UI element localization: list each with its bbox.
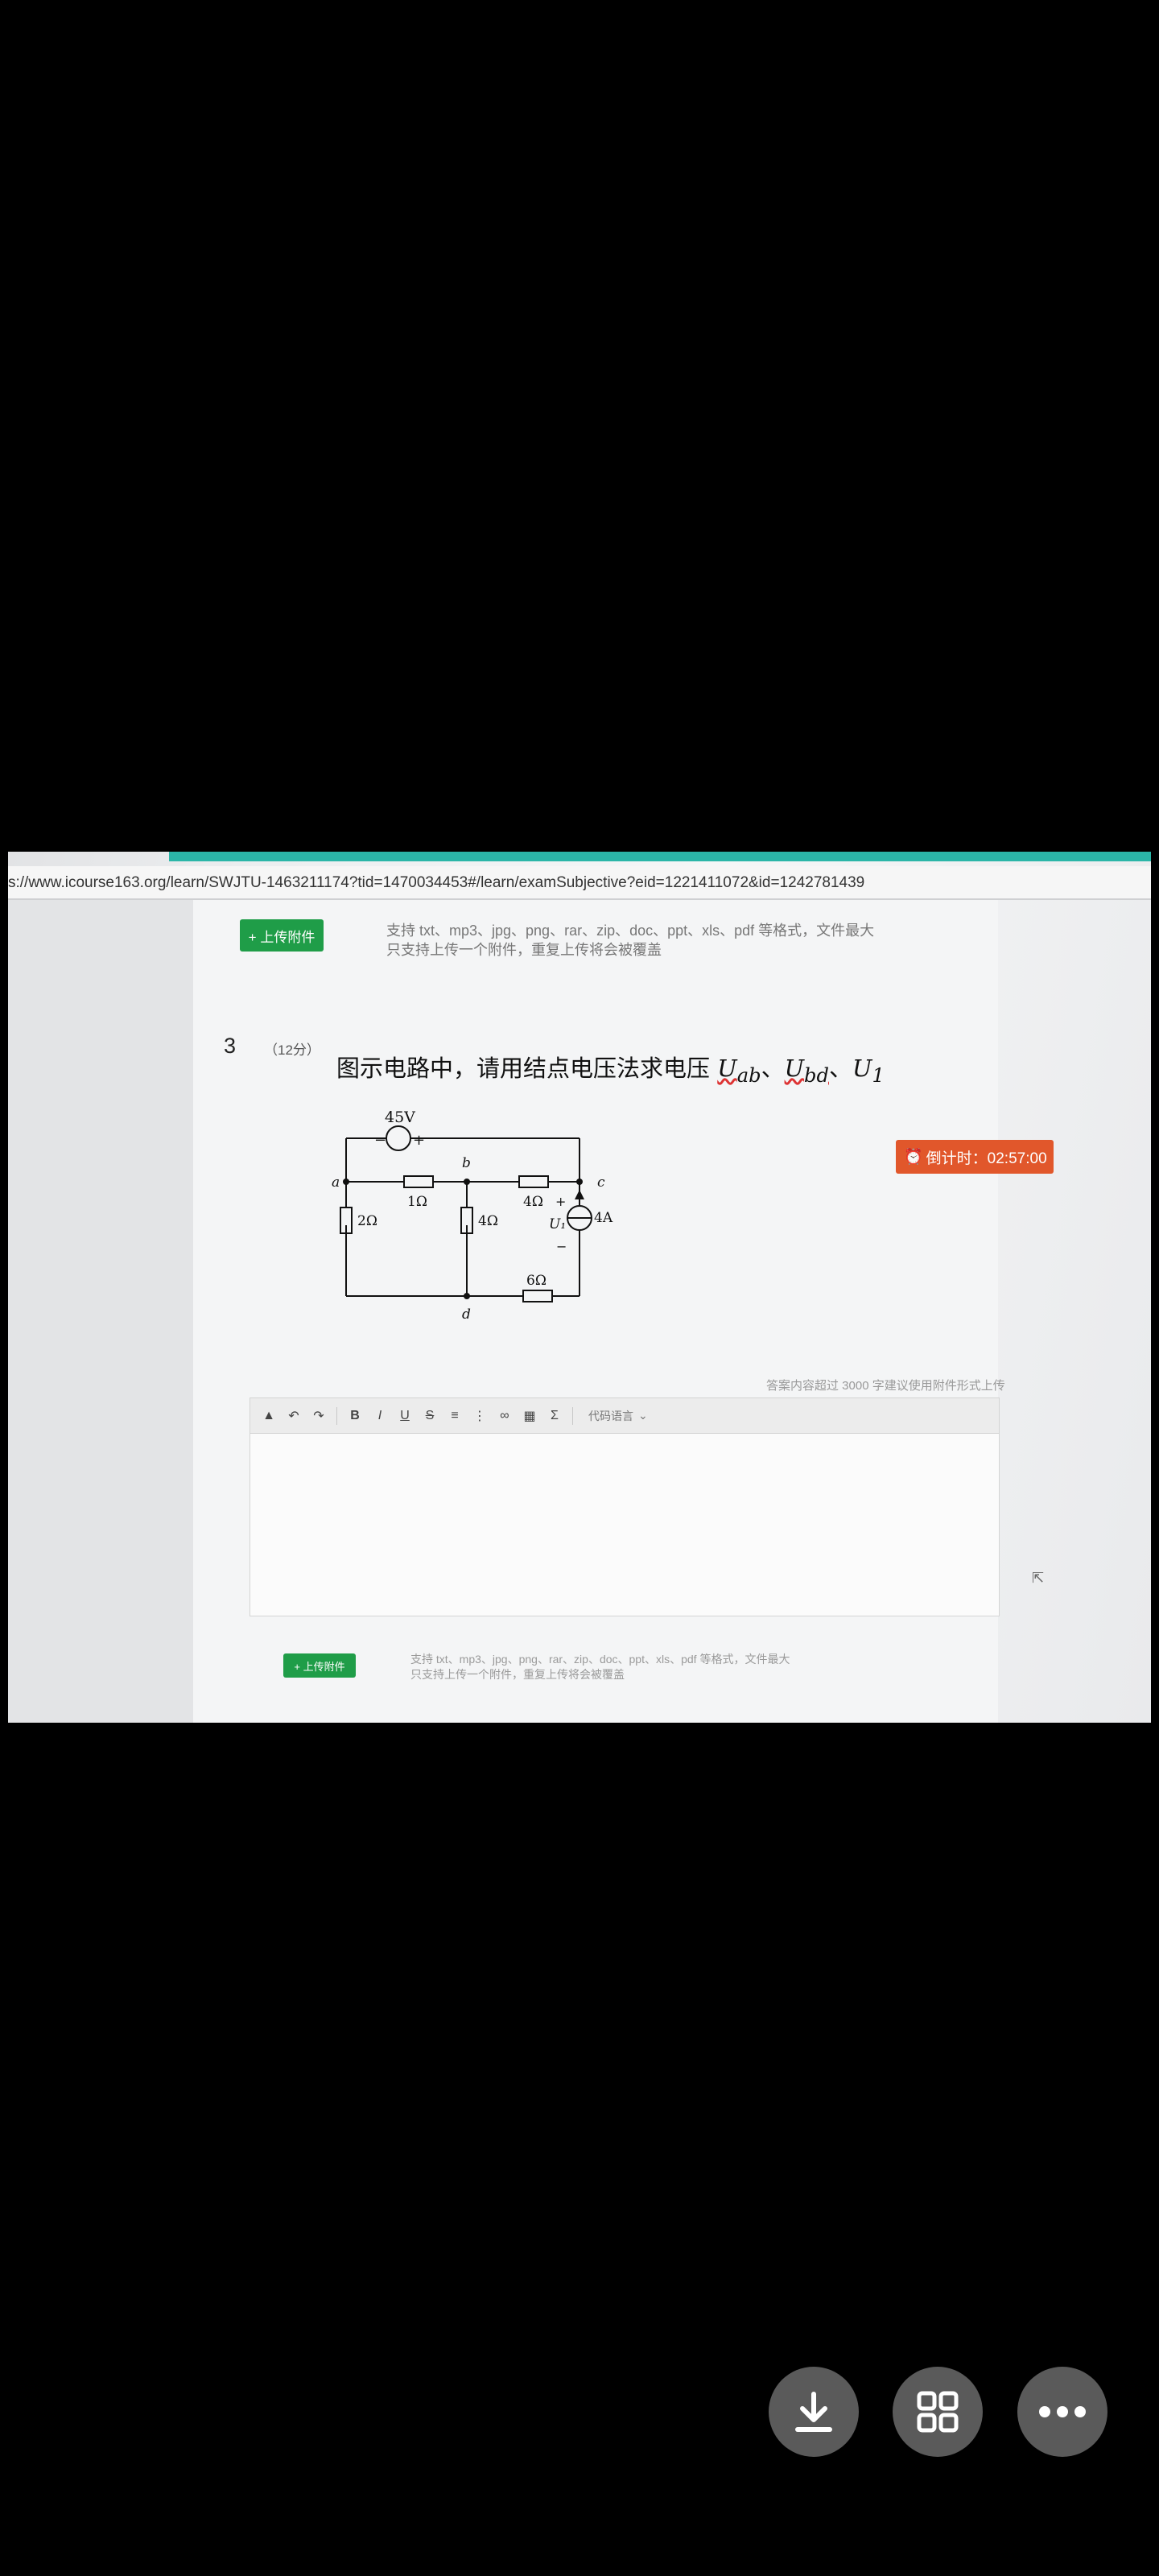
u1-plus: + (555, 1194, 566, 1209)
node-d-label: d (462, 1307, 471, 1323)
upload-attachment-button-bottom[interactable]: + 上传附件 (283, 1653, 356, 1678)
editor-toolbar: ▲ ↶ ↷ B I U S ≡ ⋮ ∞ ▦ Σ 代码语言 ⌄ (250, 1398, 999, 1434)
countdown-text: 倒计时：02:57:00 (926, 1150, 1047, 1167)
alarm-clock-icon: ⏰ (904, 1149, 923, 1166)
source-minus: − (374, 1132, 386, 1149)
var-uab-sub: ab (736, 1063, 761, 1087)
question-score: （12分） (264, 1042, 320, 1058)
r-ad-label: 2Ω (357, 1213, 377, 1229)
question-text: 图示电路中，请用结点电压法求电压 Uab、Ubd、U1 (336, 1050, 885, 1087)
upload-hint-line1: 支持 txt、mp3、jpg、png、rar、zip、doc、ppt、xls、p… (386, 923, 875, 939)
toolbar-divider (572, 1406, 573, 1425)
countdown-timer: ⏰ 倒计时：02:57:00 (896, 1140, 1054, 1174)
more-button[interactable] (1017, 2367, 1107, 2457)
more-icon (1039, 2406, 1086, 2417)
node-b-dot (464, 1179, 470, 1185)
link-icon[interactable]: ∞ (496, 1407, 514, 1425)
var-uab: Uab (717, 1055, 761, 1087)
code-language-label: 代码语言 (588, 1409, 633, 1422)
var-ubd-sub: bd (804, 1063, 829, 1087)
var-u1-base: U (852, 1055, 872, 1082)
mouse-cursor-icon: ⇱ (1032, 1570, 1045, 1586)
grid-icon (917, 2391, 959, 2433)
redo-icon[interactable]: ↷ (310, 1407, 328, 1425)
node-d-dot (464, 1293, 470, 1299)
underline-icon[interactable]: U (396, 1407, 414, 1425)
code-language-select[interactable]: 代码语言 ⌄ (588, 1408, 648, 1424)
source-plus: + (413, 1132, 425, 1149)
node-c-dot (576, 1179, 583, 1185)
answer-text-area[interactable] (250, 1435, 999, 1616)
photographed-screen: s://www.icourse163.org/learn/SWJTU-14632… (8, 852, 1151, 1723)
bold-icon[interactable]: B (346, 1407, 364, 1425)
left-margin (8, 900, 193, 1723)
var-ubd: Ubd (784, 1055, 829, 1087)
upload-attachment-button[interactable]: + 上传附件 (240, 919, 324, 952)
address-bar[interactable]: s://www.icourse163.org/learn/SWJTU-14632… (8, 866, 1151, 900)
var-u1-sub: 1 (872, 1063, 885, 1087)
undo-icon[interactable]: ↶ (285, 1407, 303, 1425)
question-stem: 图示电路中，请用结点电压法求电压 (336, 1055, 711, 1082)
strikethrough-icon[interactable]: S (421, 1407, 439, 1425)
u1-label: U₁ (549, 1216, 566, 1232)
grid-button[interactable] (893, 2367, 983, 2457)
url-text: s://www.icourse163.org/learn/SWJTU-14632… (8, 874, 865, 891)
upload-hint-line2: 只支持上传一个附件，重复上传将会被覆盖 (386, 942, 662, 958)
r-bd-label: 4Ω (478, 1213, 498, 1229)
separator-1: 、 (761, 1055, 785, 1082)
node-b-label: b (462, 1155, 471, 1171)
current-source-label: 4A (594, 1210, 613, 1226)
node-a-label: a (332, 1174, 340, 1191)
toolbar-divider (336, 1406, 337, 1425)
upload-hint-bottom-line2: 只支持上传一个附件，重复上传将会被覆盖 (410, 1668, 625, 1681)
node-c-label: c (597, 1174, 605, 1191)
answer-editor: ▲ ↶ ↷ B I U S ≡ ⋮ ∞ ▦ Σ 代码语言 ⌄ (250, 1397, 1000, 1616)
ordered-list-icon[interactable]: ≡ (446, 1407, 464, 1425)
var-uab-base: U (717, 1055, 737, 1082)
separator-2: 、 (828, 1055, 852, 1082)
r-dc-label: 6Ω (526, 1273, 547, 1289)
upload-hint-bottom: 支持 txt、mp3、jpg、png、rar、zip、doc、ppt、xls、p… (410, 1652, 790, 1682)
unordered-list-icon[interactable]: ⋮ (471, 1407, 489, 1425)
formula-icon[interactable]: Σ (546, 1407, 563, 1425)
format-paint-icon[interactable]: ▲ (260, 1407, 278, 1425)
node-a-dot (343, 1179, 349, 1185)
r-ab-label: 1Ω (407, 1194, 427, 1210)
length-limit-hint: 答案内容超过 3000 字建议使用附件形式上传 (766, 1379, 1005, 1393)
var-u1: U1 (852, 1055, 885, 1087)
download-icon (795, 2392, 832, 2432)
upload-hint-bottom-line1: 支持 txt、mp3、jpg、png、rar、zip、doc、ppt、xls、p… (410, 1653, 790, 1666)
u1-minus: − (556, 1239, 567, 1254)
browser-tab-strip (169, 852, 1151, 861)
current-arrow (575, 1190, 584, 1199)
chevron-down-icon: ⌄ (638, 1409, 648, 1422)
upload-hint: 支持 txt、mp3、jpg、png、rar、zip、doc、ppt、xls、p… (386, 921, 874, 960)
var-ubd-base: U (784, 1055, 805, 1082)
question-number: 3 (224, 1034, 237, 1058)
r-bc-label: 4Ω (523, 1194, 543, 1210)
source-voltage-label: 45V (385, 1108, 415, 1126)
image-icon[interactable]: ▦ (521, 1407, 538, 1425)
circuit-diagram: 45V − + a b c d 1Ω 4Ω 2Ω 4Ω 6Ω 4A U₁ + − (332, 1108, 613, 1323)
italic-icon[interactable]: I (371, 1407, 389, 1425)
download-button[interactable] (769, 2367, 859, 2457)
